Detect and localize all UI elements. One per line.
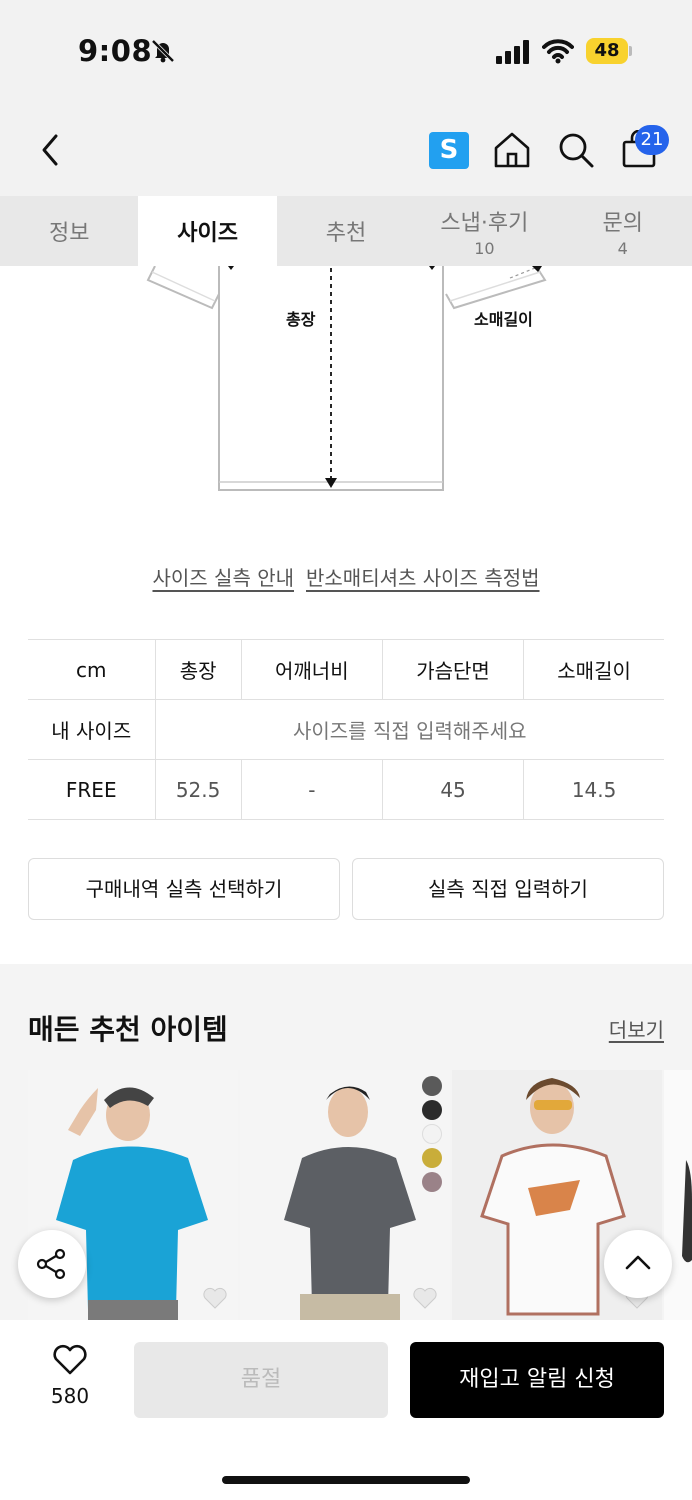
cart-count-badge: 21 bbox=[635, 125, 669, 155]
purchase-history-button[interactable]: 구매내역 실측 선택하기 bbox=[28, 858, 340, 920]
color-swatch[interactable] bbox=[422, 1100, 442, 1120]
direct-input-button[interactable]: 실측 직접 입력하기 bbox=[352, 858, 664, 920]
product-image bbox=[682, 1160, 692, 1263]
size-guide-links: 사이즈 실측 안내 반소매티셔츠 사이즈 측정법 bbox=[0, 562, 692, 591]
table-cell: 45 bbox=[381, 759, 524, 820]
restock-notify-button[interactable]: 재입고 알림 신청 bbox=[410, 1342, 664, 1418]
scroll-top-button[interactable] bbox=[604, 1230, 672, 1298]
tab-label: 추천 bbox=[325, 221, 367, 246]
wishlist-heart-icon[interactable] bbox=[412, 1286, 438, 1310]
size-diagram: 총장 소매길이 bbox=[0, 266, 692, 536]
more-link[interactable]: 더보기 bbox=[609, 1014, 664, 1043]
tab-label: 스냅·후기 bbox=[440, 210, 529, 236]
my-size-row: 내 사이즈 사이즈를 직접 입력해주세요 bbox=[28, 699, 664, 760]
cellular-signal-icon bbox=[496, 40, 529, 64]
wishlist-heart-icon[interactable] bbox=[202, 1286, 228, 1310]
unit-header: cm bbox=[28, 639, 155, 700]
tab-label: 사이즈 bbox=[177, 221, 238, 246]
home-icon[interactable] bbox=[492, 130, 532, 170]
tab-snap-review[interactable]: 스냅·후기 10 bbox=[415, 196, 553, 266]
color-swatches bbox=[422, 1076, 442, 1196]
chevron-up-icon bbox=[625, 1255, 651, 1270]
tab-count: 10 bbox=[474, 238, 495, 258]
wifi-icon bbox=[542, 39, 574, 64]
my-size-input[interactable]: 사이즈를 직접 입력해주세요 bbox=[154, 699, 664, 760]
soldout-button[interactable]: 품절 bbox=[134, 1342, 388, 1418]
column-header: 어깨너비 bbox=[240, 639, 383, 700]
sleeve-label: 소매길이 bbox=[474, 310, 533, 329]
my-size-label: 내 사이즈 bbox=[28, 699, 155, 760]
tab-label: 문의 bbox=[602, 210, 643, 236]
product-card[interactable] bbox=[240, 1070, 450, 1320]
share-button[interactable] bbox=[18, 1230, 86, 1298]
length-label: 총장 bbox=[286, 310, 316, 329]
home-indicator bbox=[222, 1476, 470, 1484]
column-header: 소매길이 bbox=[523, 639, 664, 700]
top-nav: S 21 bbox=[0, 100, 692, 196]
status-bar: 9:08 48 bbox=[0, 0, 692, 100]
column-header: 총장 bbox=[154, 639, 242, 700]
heart-icon bbox=[53, 1344, 87, 1375]
product-tabs: 정보 사이즈 추천 스냅·후기 10 문의 4 bbox=[0, 196, 692, 266]
color-swatch[interactable] bbox=[422, 1148, 442, 1168]
status-time: 9:08 bbox=[78, 34, 153, 68]
color-swatch[interactable] bbox=[422, 1172, 442, 1192]
share-icon bbox=[36, 1248, 66, 1280]
tab-label: 정보 bbox=[48, 221, 90, 246]
battery-indicator: 48 bbox=[586, 38, 632, 64]
tab-count: 4 bbox=[617, 238, 628, 258]
table-cell: - bbox=[240, 759, 383, 820]
search-icon[interactable] bbox=[556, 130, 596, 170]
column-header: 가슴단면 bbox=[381, 639, 524, 700]
battery-level: 48 bbox=[594, 40, 620, 61]
bottom-action-bar: 580 품절 재입고 알림 신청 bbox=[0, 1320, 692, 1500]
tab-size[interactable]: 사이즈 bbox=[138, 196, 277, 266]
table-header-row: cm 총장 어깨너비 가슴단면 소매길이 bbox=[28, 639, 664, 700]
back-arrow-icon[interactable] bbox=[36, 130, 66, 170]
product-card[interactable] bbox=[664, 1070, 692, 1320]
recommend-section: 매든 추천 아이템 더보기 bbox=[0, 964, 692, 1320]
color-swatch[interactable] bbox=[422, 1124, 442, 1144]
tshirt-diagram bbox=[146, 266, 547, 491]
measure-method-link[interactable]: 반소매티셔츠 사이즈 측정법 bbox=[306, 566, 540, 590]
s-logo-icon[interactable]: S bbox=[429, 132, 469, 169]
size-name: FREE bbox=[28, 759, 155, 820]
like-count: 580 bbox=[50, 1384, 90, 1408]
table-cell: 52.5 bbox=[154, 759, 242, 820]
color-swatch[interactable] bbox=[422, 1076, 442, 1096]
size-table: cm 총장 어깨너비 가슴단면 소매길이 내 사이즈 사이즈를 직접 입력해주세… bbox=[28, 639, 664, 820]
tab-recommend[interactable]: 추천 bbox=[277, 196, 415, 266]
table-row: FREE 52.5 - 45 14.5 bbox=[28, 759, 664, 820]
size-guide-link[interactable]: 사이즈 실측 안내 bbox=[152, 566, 294, 590]
product-image bbox=[240, 1070, 450, 1320]
section-title: 매든 추천 아이템 bbox=[28, 1013, 228, 1046]
tab-inquiry[interactable]: 문의 4 bbox=[554, 196, 692, 266]
bell-muted-icon bbox=[151, 39, 175, 63]
table-cell: 14.5 bbox=[523, 759, 664, 820]
tab-info[interactable]: 정보 bbox=[0, 196, 138, 266]
like-button[interactable]: 580 bbox=[40, 1344, 100, 1408]
